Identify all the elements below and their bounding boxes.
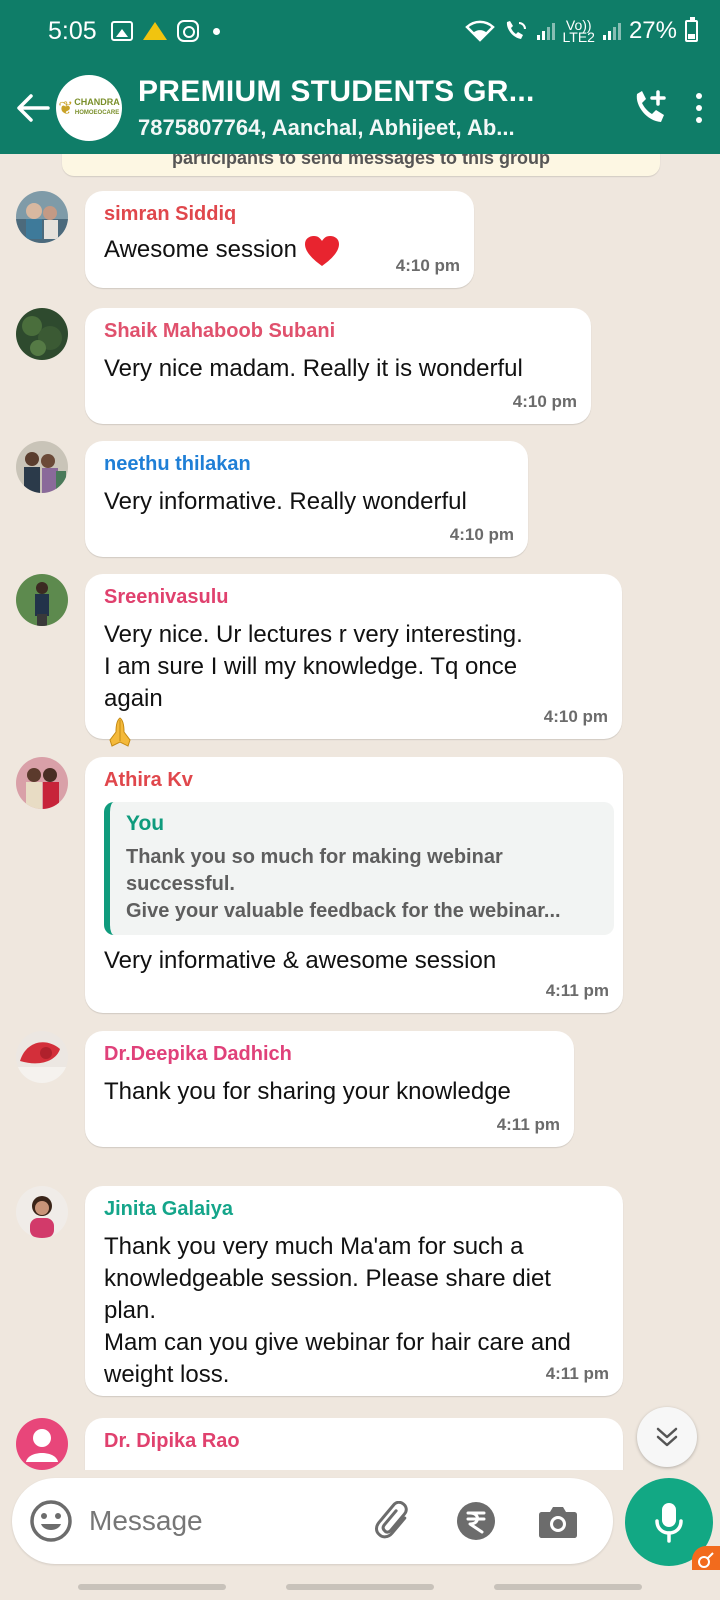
folded-hands-icon bbox=[109, 717, 131, 747]
temple-notification-icon bbox=[142, 22, 167, 40]
message-text-content: Awesome session bbox=[104, 236, 297, 263]
volte-indicator: Vo)) LTE2 bbox=[562, 18, 595, 45]
avatar[interactable] bbox=[16, 191, 68, 243]
status-bar: 5:05 Vo)) LTE2 27% bbox=[0, 0, 720, 62]
sender-name: Sreenivasulu bbox=[104, 586, 229, 608]
group-title: PREMIUM STUDENTS GR... bbox=[138, 75, 535, 108]
gallery-notification-icon bbox=[110, 21, 133, 41]
group-participants: 7875807764, Aanchal, Abhijeet, Ab... bbox=[138, 115, 515, 140]
sender-name: Dr.Deepika Dadhich bbox=[104, 1043, 292, 1065]
message-text: Very nice. Ur lectures r very interestin… bbox=[104, 619, 574, 748]
quoted-text-line: Thank you so much for making webinar bbox=[126, 846, 503, 868]
attach-button[interactable] bbox=[373, 1500, 415, 1542]
quoted-text-line: Give your valuable feedback for the webi… bbox=[126, 900, 561, 922]
arrow-left-icon bbox=[17, 94, 50, 122]
sender-name: Jinita Galaiya bbox=[104, 1198, 233, 1220]
message-bubble[interactable]: Dr. Dipika Rao bbox=[85, 1418, 623, 1470]
avatar[interactable] bbox=[16, 757, 68, 809]
default-avatar[interactable] bbox=[16, 1418, 68, 1470]
chat-header: ❦ CHANDRA HOMOEOCARE PREMIUM STUDENTS GR.… bbox=[0, 62, 720, 154]
battery-percent: 27% bbox=[628, 17, 677, 44]
battery-icon bbox=[685, 17, 698, 42]
group-avatar[interactable]: ❦ CHANDRA HOMOEOCARE bbox=[56, 75, 122, 141]
phone-plus-icon bbox=[636, 90, 666, 122]
camera-button[interactable] bbox=[537, 1500, 579, 1542]
sender-name: Shaik Mahaboob Subani bbox=[104, 320, 336, 342]
message-bubble[interactable]: Dr.Deepika Dadhich Thank you for sharing… bbox=[85, 1031, 574, 1147]
status-time: 5:05 bbox=[48, 16, 97, 45]
logo-text: CHANDRA HOMOEOCARE bbox=[74, 97, 120, 117]
message-bubble[interactable]: Shaik Mahaboob Subani Very nice madam. R… bbox=[85, 308, 591, 424]
message-input[interactable] bbox=[89, 1505, 359, 1537]
payment-button[interactable] bbox=[455, 1500, 497, 1542]
sender-name: neethu thilakan bbox=[104, 453, 251, 475]
message-bubble[interactable]: simran Siddiq Awesome session 4:10 pm bbox=[85, 191, 474, 288]
system-message: participants to send messages to this gr… bbox=[62, 154, 660, 176]
signal-strength-2-icon bbox=[602, 22, 621, 40]
sender-name: simran Siddiq bbox=[104, 203, 237, 225]
avatar[interactable] bbox=[16, 574, 68, 626]
message-text: Thank you for sharing your knowledge bbox=[104, 1078, 511, 1105]
lte-label: LTE2 bbox=[562, 29, 595, 45]
dot-icon bbox=[696, 117, 702, 123]
sender-name: Athira Kv bbox=[104, 769, 193, 791]
avatar[interactable] bbox=[16, 308, 68, 360]
message-bubble[interactable]: neethu thilakan Very informative. Really… bbox=[85, 441, 528, 557]
message-text-content: Very nice. Ur lectures r very interestin… bbox=[104, 621, 523, 712]
timestamp: 4:11 pm bbox=[545, 981, 609, 1000]
message-bubble[interactable]: Athira Kv You Thank you so much for maki… bbox=[85, 757, 623, 1013]
red-heart-icon bbox=[304, 235, 339, 266]
timestamp: 4:11 pm bbox=[496, 1115, 560, 1134]
person-icon bbox=[26, 1429, 58, 1462]
dot-icon bbox=[696, 105, 702, 111]
group-info[interactable]: PREMIUM STUDENTS GR... 7875807764, Aanch… bbox=[138, 75, 622, 141]
double-chevron-down-icon bbox=[656, 1427, 678, 1447]
paperclip-icon bbox=[375, 1501, 408, 1539]
message-composer bbox=[12, 1478, 613, 1564]
dot-icon bbox=[696, 93, 702, 99]
emoji-icon[interactable] bbox=[29, 1499, 73, 1543]
back-button[interactable] bbox=[10, 85, 56, 131]
nav-recents-pill[interactable] bbox=[78, 1584, 226, 1590]
avatar[interactable] bbox=[16, 441, 68, 493]
camera-icon bbox=[539, 1507, 577, 1538]
instagram-notification-icon bbox=[176, 20, 199, 42]
timestamp: 4:10 pm bbox=[449, 525, 514, 544]
timestamp: 4:11 pm bbox=[545, 1364, 609, 1383]
rupee-icon bbox=[457, 1502, 495, 1540]
leaf-logo-icon: ❦ bbox=[58, 97, 74, 118]
timestamp: 4:10 pm bbox=[543, 707, 608, 726]
signal-strength-1-icon bbox=[536, 22, 555, 40]
timestamp: 4:10 pm bbox=[395, 256, 460, 275]
message-text: Thank you very much Ma'am for such a kno… bbox=[104, 1233, 571, 1388]
timestamp: 4:10 pm bbox=[512, 392, 577, 411]
chat-area[interactable]: participants to send messages to this gr… bbox=[0, 154, 720, 1470]
more-options-button[interactable] bbox=[696, 93, 702, 123]
nav-home-pill[interactable] bbox=[286, 1584, 434, 1590]
avatar[interactable] bbox=[16, 1031, 68, 1083]
wifi-calling-icon bbox=[506, 21, 526, 39]
sender-name: Dr. Dipika Rao bbox=[104, 1430, 240, 1452]
avatar[interactable] bbox=[16, 1186, 68, 1238]
message-text: Very informative & awesome session bbox=[104, 947, 497, 974]
message-text: Very nice madam. Really it is wonderful bbox=[104, 355, 523, 382]
add-call-button[interactable] bbox=[622, 80, 678, 136]
microphone-icon bbox=[655, 1503, 683, 1543]
wifi-icon bbox=[464, 20, 495, 42]
quoted-sender: You bbox=[126, 812, 165, 835]
quoted-text-line: successful. bbox=[126, 873, 235, 895]
message-bubble[interactable]: Jinita Galaiya Thank you very much Ma'am… bbox=[85, 1186, 623, 1396]
message-text: Very informative. Really wonderful bbox=[104, 488, 467, 515]
more-notifications-dot-icon bbox=[212, 27, 220, 35]
nav-back-pill[interactable] bbox=[494, 1584, 642, 1590]
system-nav-bar bbox=[0, 1570, 720, 1600]
scroll-to-bottom-button[interactable] bbox=[637, 1407, 697, 1467]
message-bubble[interactable]: Sreenivasulu Very nice. Ur lectures r ve… bbox=[85, 574, 622, 747]
quoted-message[interactable]: You Thank you so much for making webinar… bbox=[104, 802, 614, 935]
